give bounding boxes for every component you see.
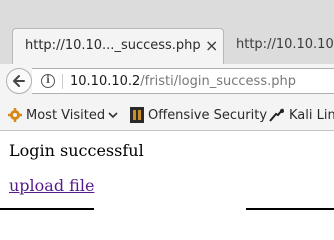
upload-file-link[interactable]: upload file — [9, 176, 94, 195]
gear-icon — [8, 108, 22, 122]
close-icon[interactable]: × — [205, 36, 218, 55]
offsec-logo-icon — [130, 107, 144, 123]
bottom-edge — [246, 208, 334, 210]
bookmark-most-visited[interactable]: Most Visited — [8, 106, 118, 124]
bookmark-label: Offensive Security — [148, 107, 268, 123]
url-bar[interactable]: i 10.10.10.2/fristi/login_success.php — [32, 68, 334, 94]
page-content: Login successful upload file — [0, 131, 334, 210]
tab-login-success[interactable]: http://10.10..._success.php × — [12, 28, 224, 64]
tab-title: http://10.10..._success.php — [25, 38, 201, 53]
url-host: 10.10.10.2 — [70, 74, 141, 89]
bookmark-label: Most Visited — [26, 107, 106, 123]
info-icon[interactable]: i — [41, 74, 55, 88]
tab-strip: http://10.10..._success.php × http://10.… — [0, 0, 334, 64]
url-path: /fristi/login_success.php — [140, 74, 296, 89]
bottom-edge — [0, 208, 94, 210]
tab-title: http://10.10.10.2/ — [236, 37, 334, 52]
navigation-bar: i 10.10.10.2/fristi/login_success.php — [0, 64, 334, 97]
url-text[interactable]: 10.10.10.2/fristi/login_success.php — [70, 74, 296, 89]
chevron-down-icon — [108, 112, 118, 119]
tab-background[interactable]: http://10.10.10.2/ — [226, 28, 334, 64]
url-separator — [62, 74, 63, 89]
bookmarks-toolbar: Most Visited Offensive Security Kali Lin — [0, 97, 334, 131]
kali-dragon-icon — [269, 108, 284, 122]
login-success-message: Login successful — [9, 141, 144, 160]
back-button[interactable] — [6, 68, 32, 94]
bookmark-kali[interactable]: Kali Lin — [269, 106, 334, 124]
bookmark-offensive-security[interactable]: Offensive Security — [130, 106, 267, 124]
bookmark-label: Kali Lin — [289, 107, 334, 123]
back-arrow-icon — [13, 75, 25, 87]
